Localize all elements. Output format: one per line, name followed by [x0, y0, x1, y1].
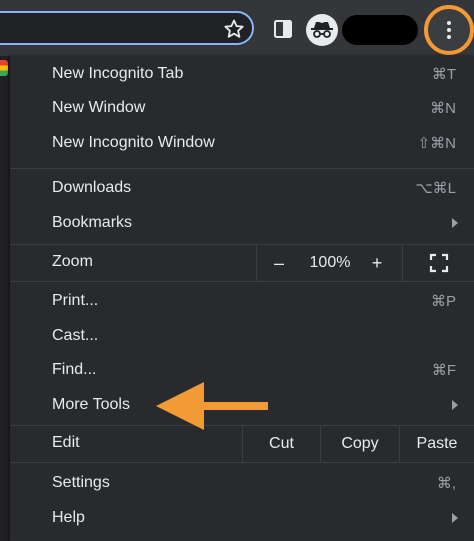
profile-chip[interactable]	[342, 15, 418, 45]
paste-button[interactable]: Paste	[400, 426, 474, 462]
menu-item-label: More Tools	[52, 396, 130, 413]
menu-item-shortcut: ⇧⌘N	[417, 135, 456, 152]
address-bar[interactable]	[0, 11, 254, 45]
more-vert-icon[interactable]	[424, 5, 474, 55]
menu-item-shortcut: ⌘F	[431, 362, 456, 379]
menu-item-new-incognito-window[interactable]: New Incognito Window ⇧⌘N	[10, 126, 474, 160]
edit-label: Edit	[52, 434, 80, 451]
tab-favicon	[0, 60, 8, 76]
menu-item-new-window[interactable]: New Window ⌘N	[10, 91, 474, 125]
zoom-label: Zoom	[52, 253, 93, 270]
menu-item-shortcut: ⌘N	[430, 100, 456, 117]
menu-item-label: Bookmarks	[52, 214, 133, 231]
menu-item-shortcut: ⌘P	[430, 293, 456, 310]
menu-item-label: Help	[52, 509, 85, 526]
annotation-arrow-icon	[156, 382, 268, 430]
zoom-in-button[interactable]: +	[359, 245, 395, 281]
menu-item-label: New Incognito Window	[52, 134, 215, 151]
menu-item-help[interactable]: Help	[10, 501, 474, 535]
page-background	[0, 56, 10, 541]
menu-item-shortcut: ⌘T	[431, 66, 456, 83]
zoom-level: 100%	[309, 254, 351, 271]
menu-item-downloads[interactable]: Downloads ⌥⌘L	[10, 171, 474, 205]
copy-button[interactable]: Copy	[321, 426, 399, 462]
browser-toolbar	[0, 0, 474, 56]
cut-button[interactable]: Cut	[243, 426, 320, 462]
menu-separator	[10, 462, 474, 463]
star-icon[interactable]	[222, 17, 246, 41]
chevron-right-icon	[452, 513, 458, 523]
menu-item-label: Settings	[52, 474, 110, 491]
menu-item-print[interactable]: Print... ⌘P	[10, 284, 474, 318]
chrome-menu: New Incognito Tab ⌘T New Window ⌘N New I…	[10, 56, 474, 541]
menu-item-settings[interactable]: Settings ⌘,	[10, 466, 474, 500]
menu-item-label: Downloads	[52, 179, 132, 196]
menu-item-new-incognito-tab[interactable]: New Incognito Tab ⌘T	[10, 57, 474, 91]
menu-item-label: Find...	[52, 361, 97, 378]
menu-item-cast[interactable]: Cast...	[10, 319, 474, 353]
menu-item-label: New Window	[52, 99, 146, 116]
menu-item-label: Print...	[52, 292, 99, 309]
menu-item-label: New Incognito Tab	[52, 65, 184, 82]
zoom-row: Zoom – 100% +	[10, 245, 474, 281]
chevron-right-icon	[452, 400, 458, 410]
side-panel-icon[interactable]	[272, 18, 294, 40]
menu-item-bookmarks[interactable]: Bookmarks	[10, 206, 474, 240]
chevron-right-icon	[452, 218, 458, 228]
fullscreen-icon[interactable]	[429, 253, 449, 273]
menu-separator	[10, 168, 474, 169]
menu-item-shortcut: ⌥⌘L	[415, 180, 456, 197]
menu-separator	[10, 281, 474, 282]
menu-item-label: Cast...	[52, 327, 99, 344]
zoom-out-button[interactable]: –	[257, 245, 301, 281]
menu-item-shortcut: ⌘,	[436, 475, 456, 492]
incognito-icon[interactable]	[306, 14, 338, 46]
edit-row: Edit Cut Copy Paste	[10, 426, 474, 462]
